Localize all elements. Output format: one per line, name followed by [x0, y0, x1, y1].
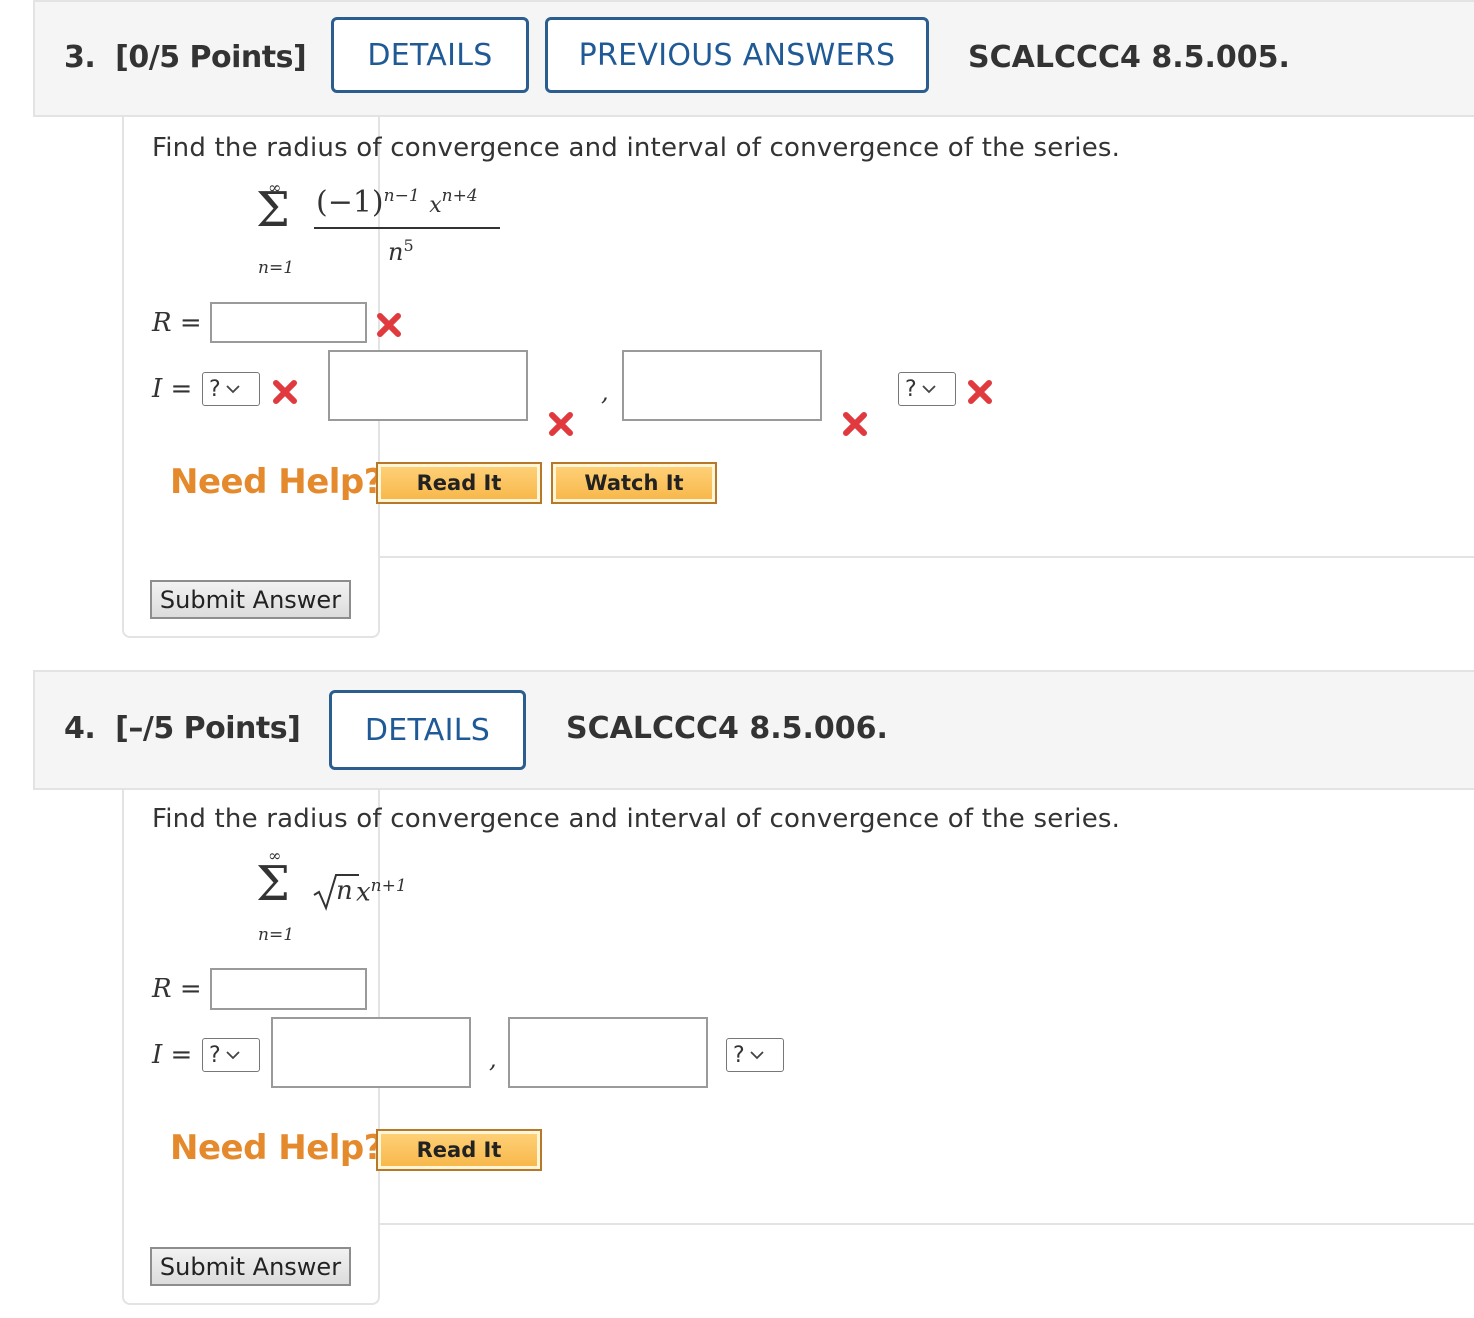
sigma-symbol: Σ: [256, 182, 290, 238]
r-label: R =: [152, 308, 202, 338]
question-3-prompt: Find the radius of convergence and inter…: [152, 133, 1121, 163]
chevron-down-icon: [750, 1051, 764, 1060]
chevron-down-icon: [922, 385, 936, 394]
radius-input[interactable]: [210, 968, 367, 1010]
need-help-label: Need Help?: [170, 1128, 383, 1168]
series-term: xn+1: [356, 876, 407, 908]
chevron-down-icon: [226, 385, 240, 394]
incorrect-icon: [843, 412, 867, 436]
question-3-code: SCALCCC4 8.5.005.: [968, 40, 1290, 75]
question-4-prompt: Find the radius of convergence and inter…: [152, 804, 1121, 834]
sum-lower-limit: n=1: [258, 925, 295, 945]
denominator: n5: [388, 236, 414, 266]
incorrect-icon: [549, 412, 573, 436]
submit-answer-button[interactable]: Submit Answer: [150, 1247, 351, 1286]
question-3-divider: [378, 556, 1474, 558]
submit-answer-button[interactable]: Submit Answer: [150, 580, 351, 619]
question-4-code: SCALCCC4 8.5.006.: [566, 711, 888, 746]
incorrect-icon: [273, 380, 297, 404]
i-label: I =: [152, 374, 193, 404]
question-4-details-button[interactable]: DETAILS: [329, 690, 526, 770]
incorrect-icon: [968, 380, 992, 404]
r-label: R =: [152, 974, 202, 1004]
chevron-down-icon: [226, 1051, 240, 1060]
interval-lower-input[interactable]: [271, 1017, 471, 1088]
radius-input[interactable]: [210, 302, 367, 343]
fraction-bar: [314, 227, 500, 229]
question-3-number: 3. [0/5 Points]: [64, 40, 307, 75]
left-bracket-select[interactable]: ?: [202, 372, 260, 406]
numerator: (−1)n−1 xn+4: [316, 185, 478, 220]
interval-upper-input[interactable]: [622, 350, 822, 421]
right-bracket-select[interactable]: ?: [898, 372, 956, 406]
question-3-previous-answers-button[interactable]: PREVIOUS ANSWERS: [545, 17, 929, 93]
radicand: n: [336, 876, 353, 906]
question-4-number: 4. [–/5 Points]: [64, 711, 301, 746]
i-label: I =: [152, 1040, 193, 1070]
sigma-symbol: Σ: [256, 856, 290, 912]
interval-upper-input[interactable]: [508, 1017, 708, 1088]
interval-comma: ,: [601, 378, 609, 406]
read-it-button[interactable]: Read It: [376, 462, 542, 504]
interval-comma: ,: [489, 1045, 497, 1073]
left-bracket-select[interactable]: ?: [202, 1038, 260, 1072]
sum-lower-limit: n=1: [258, 258, 295, 278]
read-it-button[interactable]: Read It: [376, 1129, 542, 1171]
question-4-divider: [378, 1223, 1474, 1225]
need-help-label: Need Help?: [170, 462, 383, 502]
right-bracket-select[interactable]: ?: [726, 1038, 784, 1072]
incorrect-icon: [377, 313, 401, 337]
watch-it-button[interactable]: Watch It: [551, 462, 717, 504]
question-3-details-button[interactable]: DETAILS: [331, 17, 529, 93]
interval-lower-input[interactable]: [328, 350, 528, 421]
